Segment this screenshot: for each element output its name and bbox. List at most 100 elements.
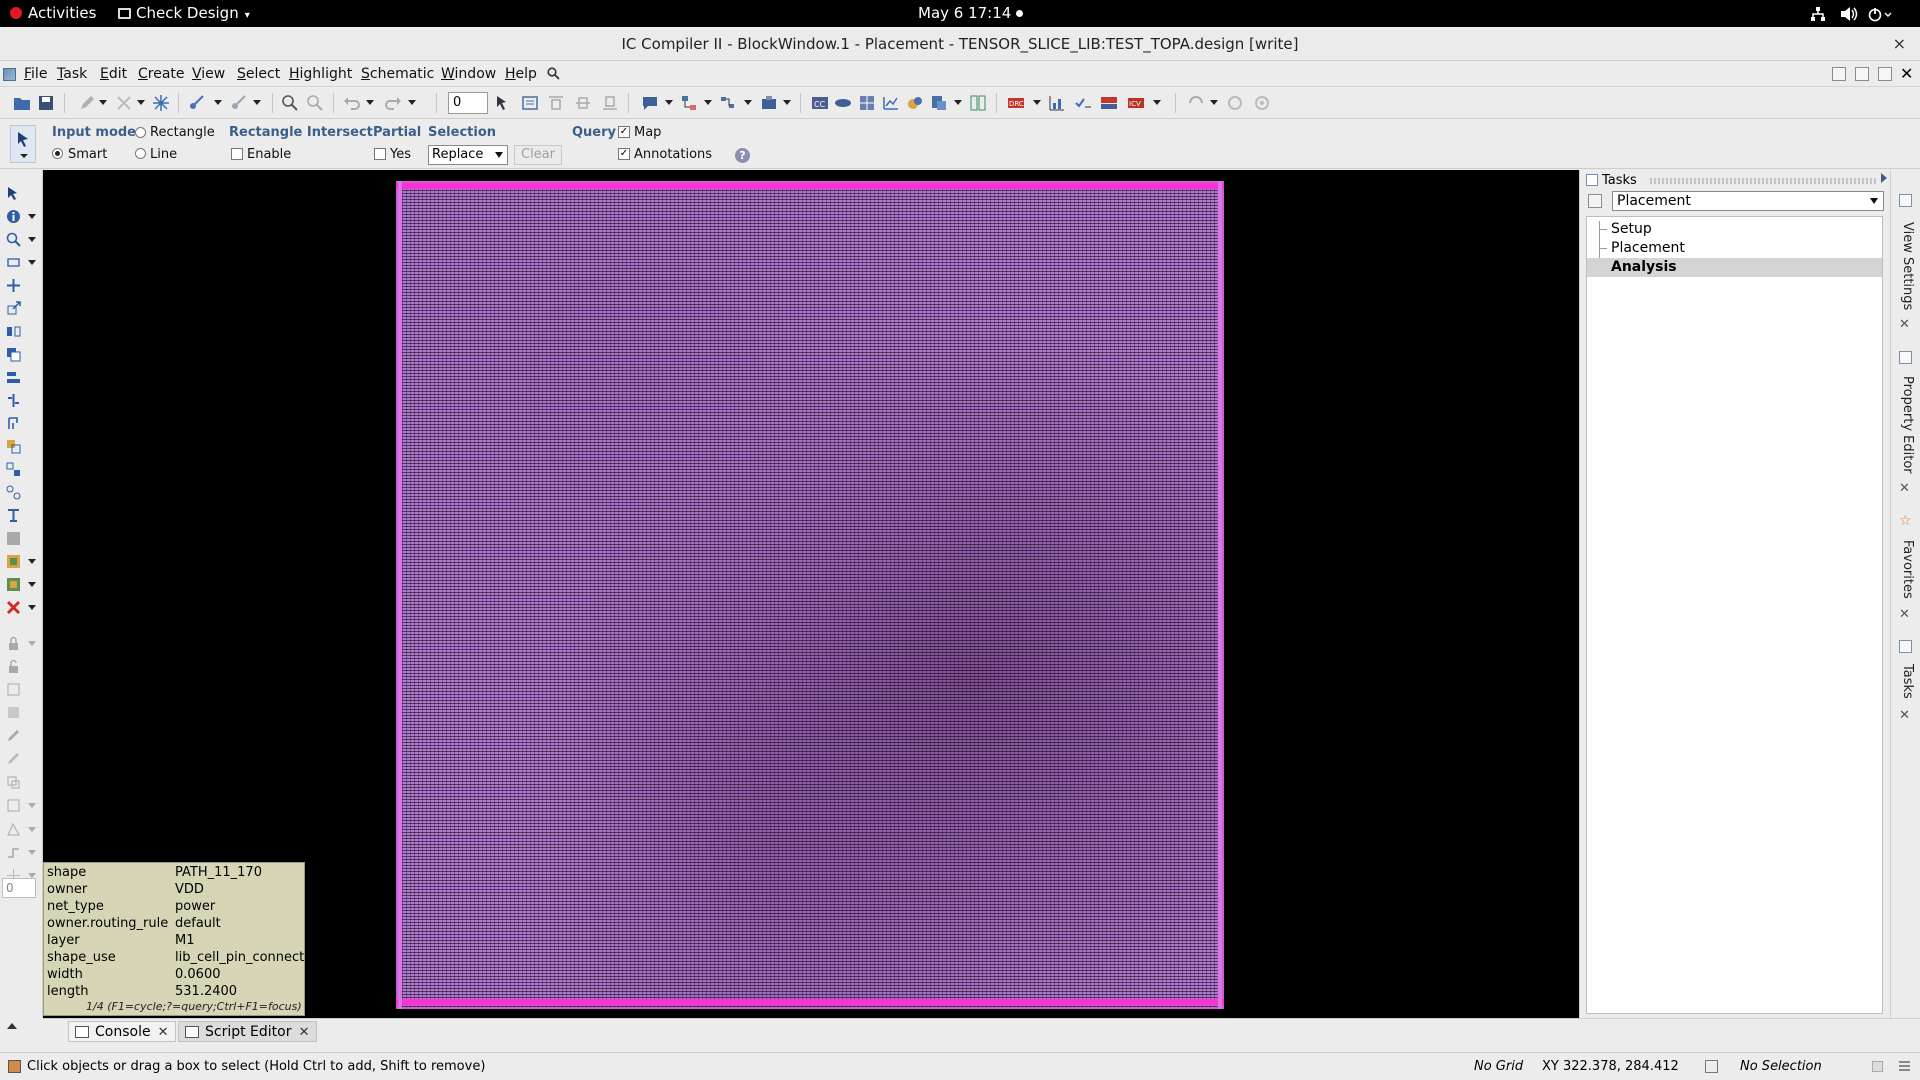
network-icon[interactable] <box>1810 0 1826 27</box>
chevron-down-icon[interactable] <box>28 237 36 242</box>
chevron-down-icon[interactable] <box>214 100 222 105</box>
route-icon[interactable] <box>188 94 206 112</box>
design-die-area[interactable] <box>396 181 1224 1009</box>
timing-icon[interactable] <box>882 94 900 112</box>
plugin-icon[interactable] <box>1187 94 1205 112</box>
array-icon[interactable] <box>6 462 21 477</box>
left-power-rail[interactable] <box>398 181 402 1009</box>
move-icon[interactable] <box>6 278 21 293</box>
rectangle-radio[interactable] <box>135 127 146 138</box>
task-select-dropdown[interactable]: Placement <box>1612 191 1884 211</box>
path-tool-icon[interactable] <box>6 845 21 860</box>
message-icon[interactable] <box>641 94 659 112</box>
clear-button[interactable]: Clear <box>514 145 562 165</box>
chevron-down-icon[interactable] <box>253 100 261 105</box>
tree-item-setup[interactable]: Setup <box>1587 220 1882 239</box>
menu-help[interactable]: Help <box>505 62 537 87</box>
menu-view[interactable]: View <box>192 62 225 87</box>
chevron-down-icon[interactable] <box>783 100 791 105</box>
annotations-checkbox[interactable]: ✓ <box>618 148 630 160</box>
chevron-down-icon[interactable] <box>28 559 36 564</box>
shape-tool-icon[interactable] <box>6 775 21 790</box>
blockage-icon[interactable] <box>6 531 21 546</box>
tab-favorites[interactable]: Favorites <box>1897 540 1915 599</box>
menu-task[interactable]: Task <box>57 62 87 87</box>
delete-icon[interactable] <box>115 94 133 112</box>
menu-schematic[interactable]: Schematic <box>361 62 434 87</box>
expand-arrow-icon[interactable] <box>1881 173 1887 183</box>
tree-item-placement[interactable]: Placement <box>1587 239 1882 258</box>
menu-select[interactable]: Select <box>237 62 280 87</box>
chevron-down-icon[interactable] <box>28 641 36 646</box>
top-power-rail[interactable] <box>396 183 1224 189</box>
netlist-icon[interactable] <box>719 94 737 112</box>
snap-icon[interactable] <box>152 94 170 112</box>
zoom-in-icon[interactable] <box>281 94 299 112</box>
select-tool-button[interactable] <box>10 125 36 163</box>
compare-icon[interactable] <box>969 94 987 112</box>
close-icon[interactable]: ✕ <box>299 1022 310 1043</box>
close-icon[interactable]: ✕ <box>1899 481 1910 496</box>
icv-icon[interactable]: ICV <box>1127 94 1145 112</box>
panel-drag-handle[interactable] <box>1650 178 1878 184</box>
tab-script-editor[interactable]: Script Editor ✕ <box>178 1021 317 1042</box>
drc-icon[interactable]: DRC <box>1007 94 1025 112</box>
window-close-button[interactable]: × <box>1893 27 1906 61</box>
close-icon[interactable]: ✕ <box>1899 708 1910 723</box>
zoom-icon[interactable] <box>6 232 21 247</box>
refresh-icon[interactable] <box>1226 94 1244 112</box>
close-view-icon[interactable]: ✕ <box>1900 64 1913 83</box>
route-alt-icon[interactable] <box>230 94 248 112</box>
chevron-down-icon[interactable] <box>1033 100 1041 105</box>
close-icon[interactable]: ✕ <box>1899 607 1910 622</box>
right-power-rail[interactable] <box>1218 181 1222 1009</box>
cut-icon[interactable] <box>6 416 21 431</box>
chevron-down-icon[interactable] <box>28 827 36 832</box>
chevron-down-icon[interactable] <box>665 100 673 105</box>
chevron-down-icon[interactable] <box>28 803 36 808</box>
save-icon[interactable] <box>37 94 55 112</box>
tile-window-icon[interactable] <box>1832 67 1846 81</box>
pin-icon[interactable] <box>6 508 21 523</box>
tree-item-analysis[interactable]: Analysis <box>1587 258 1882 277</box>
region-icon[interactable] <box>6 554 21 569</box>
bottom-power-rail[interactable] <box>396 999 1224 1005</box>
selection-mode-dropdown[interactable]: Replace <box>428 145 508 165</box>
app-menu-button[interactable]: Check Design ▾ <box>118 0 250 27</box>
report-icon[interactable] <box>930 94 948 112</box>
box-tool-icon[interactable] <box>6 798 21 813</box>
menu-create[interactable]: Create <box>138 62 185 87</box>
delete-x-icon[interactable] <box>6 600 21 615</box>
group-icon[interactable] <box>6 485 21 500</box>
clock[interactable]: May 6 17:14 <box>918 0 1024 27</box>
float-window-icon[interactable] <box>1878 67 1892 81</box>
tab-view-settings[interactable]: View Settings <box>1897 222 1915 310</box>
chevron-down-icon[interactable] <box>28 850 36 855</box>
package-icon[interactable] <box>760 94 778 112</box>
activities-button[interactable]: Activities <box>10 0 96 27</box>
chart-icon[interactable] <box>1048 94 1066 112</box>
tab-tasks[interactable]: Tasks <box>1897 664 1915 699</box>
chevron-down-icon[interactable] <box>704 100 712 105</box>
layer-shape-icon[interactable] <box>6 439 21 454</box>
align-bottom-icon[interactable] <box>601 94 619 112</box>
menu-window[interactable]: Window <box>441 62 496 87</box>
redo-icon[interactable] <box>384 94 402 112</box>
help-icon[interactable]: ? <box>735 148 750 163</box>
chevron-down-icon[interactable] <box>28 605 36 610</box>
volume-icon[interactable] <box>1840 0 1858 27</box>
chevron-down-icon[interactable] <box>28 582 36 587</box>
power-icon[interactable] <box>1868 0 1892 27</box>
undo-icon[interactable] <box>343 94 361 112</box>
level-spin-input[interactable]: 0 <box>448 92 488 114</box>
check-list-icon[interactable] <box>1074 94 1092 112</box>
enable-checkbox[interactable] <box>231 148 243 160</box>
restore-window-icon[interactable] <box>1855 67 1869 81</box>
info-icon[interactable] <box>6 209 21 224</box>
chevron-down-icon[interactable] <box>28 214 36 219</box>
fixed-icon[interactable] <box>6 682 21 697</box>
smart-radio[interactable] <box>52 148 63 159</box>
left-tool-value-input[interactable]: 0 <box>2 878 36 898</box>
select-arrow-icon[interactable] <box>6 186 21 201</box>
chevron-down-icon[interactable] <box>1153 100 1161 105</box>
